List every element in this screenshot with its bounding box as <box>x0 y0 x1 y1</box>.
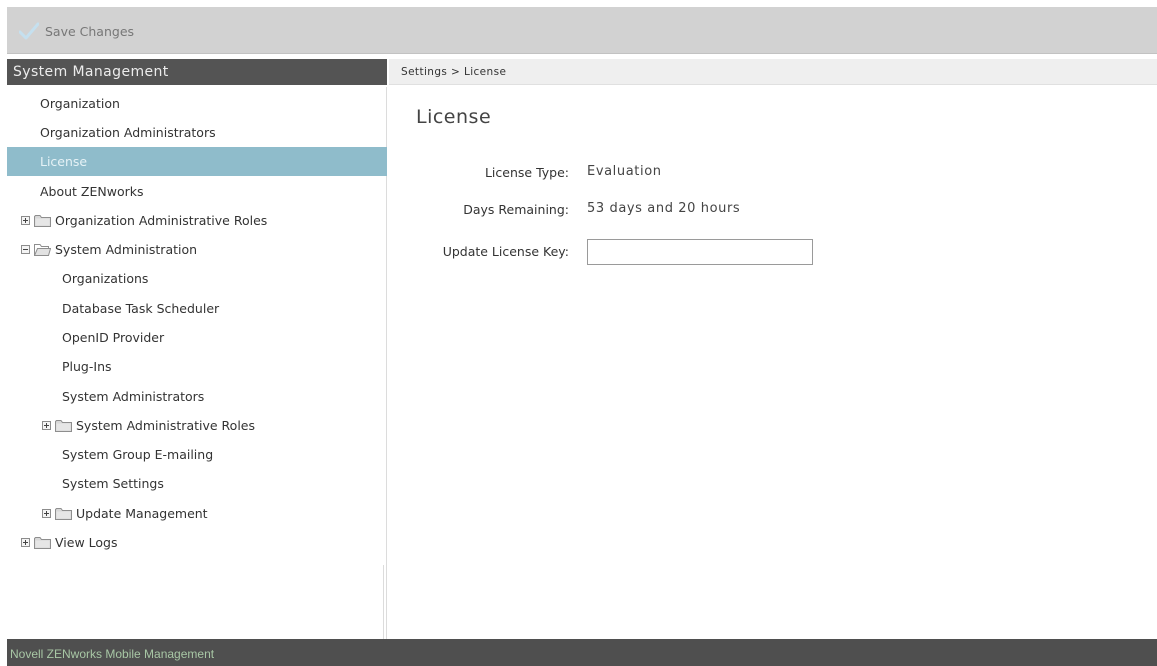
checkmark-icon <box>19 22 39 40</box>
sidebar-item-system-administrators[interactable]: System Administrators <box>7 382 387 411</box>
sidebar-item-license[interactable]: License <box>7 147 387 176</box>
expand-icon[interactable] <box>21 538 30 547</box>
folder-icon <box>34 537 51 549</box>
sidebar-item-organization[interactable]: Organization <box>7 89 387 118</box>
sidebar-item-label: Database Task Scheduler <box>62 301 220 316</box>
folder-open-icon <box>34 244 51 256</box>
sidebar-item-label: Plug-Ins <box>62 359 112 374</box>
sidebar-item-label: Organization <box>40 96 120 111</box>
sidebar-item-organization-administrative-roles[interactable]: Organization Administrative Roles <box>7 206 387 235</box>
sidebar-item-plug-ins[interactable]: Plug-Ins <box>7 352 387 381</box>
sidebar-item-system-group-e-mailing[interactable]: System Group E-mailing <box>7 440 387 469</box>
collapse-icon[interactable] <box>21 245 30 254</box>
sidebar-title: System Management <box>7 59 387 85</box>
sidebar-item-database-task-scheduler[interactable]: Database Task Scheduler <box>7 294 387 323</box>
sidebar-item-openid-provider[interactable]: OpenID Provider <box>7 323 387 352</box>
license-type-label: License Type: <box>484 165 569 180</box>
sidebar-item-organization-administrators[interactable]: Organization Administrators <box>7 118 387 147</box>
sidebar-item-label: System Administrative Roles <box>76 418 255 433</box>
sidebar-item-label: System Administrators <box>62 389 205 404</box>
sidebar-item-label: License <box>40 154 88 169</box>
sidebar-item-system-administration[interactable]: System Administration <box>7 235 387 264</box>
sidebar-item-update-management[interactable]: Update Management <box>7 499 387 528</box>
expand-icon[interactable] <box>21 216 30 225</box>
sidebar-item-label: Update Management <box>76 506 208 521</box>
sidebar-item-system-settings[interactable]: System Settings <box>7 469 387 498</box>
expand-icon[interactable] <box>42 509 51 518</box>
toolbar: Save Changes <box>7 7 1157 54</box>
sidebar-item-label: View Logs <box>55 535 118 550</box>
sidebar-divider <box>7 565 384 639</box>
sidebar-item-label: Organizations <box>62 271 149 286</box>
sidebar-nav: Organization Organization Administrators… <box>7 87 387 639</box>
license-type-value: Evaluation <box>587 164 662 179</box>
sidebar-item-view-logs[interactable]: View Logs <box>7 528 387 557</box>
sidebar-item-label: System Settings <box>62 476 164 491</box>
main-content: License License Type: Evaluation Days Re… <box>389 87 1157 639</box>
folder-icon <box>55 420 72 432</box>
expand-icon[interactable] <box>42 421 51 430</box>
save-changes-button[interactable]: Save Changes <box>19 20 134 42</box>
sidebar-item-label: Organization Administrators <box>40 125 216 140</box>
sidebar-item-about-zenworks[interactable]: About ZENworks <box>7 177 387 206</box>
page-title: License <box>416 106 492 128</box>
update-license-key-label: Update License Key: <box>442 244 569 259</box>
save-changes-label: Save Changes <box>45 23 135 39</box>
sidebar-item-label: OpenID Provider <box>62 330 165 345</box>
sidebar-item-label: Organization Administrative Roles <box>55 213 268 228</box>
folder-icon <box>34 215 51 227</box>
sidebar-item-label: System Group E-mailing <box>62 447 214 462</box>
days-remaining-label: Days Remaining: <box>463 202 569 217</box>
update-license-key-input[interactable] <box>587 239 813 265</box>
app-window: Save Changes System Management Settings … <box>7 7 1157 666</box>
sidebar-item-organizations[interactable]: Organizations <box>7 264 387 293</box>
days-remaining-value: 53 days and 20 hours <box>587 201 741 216</box>
folder-icon <box>55 508 72 520</box>
breadcrumb: Settings > License <box>389 59 1157 85</box>
sidebar-item-label: System Administration <box>55 242 198 257</box>
sidebar-item-system-administrative-roles[interactable]: System Administrative Roles <box>7 411 387 440</box>
sidebar-item-label: About ZENworks <box>40 184 144 199</box>
footer: Novell ZENworks Mobile Management <box>7 639 1157 666</box>
